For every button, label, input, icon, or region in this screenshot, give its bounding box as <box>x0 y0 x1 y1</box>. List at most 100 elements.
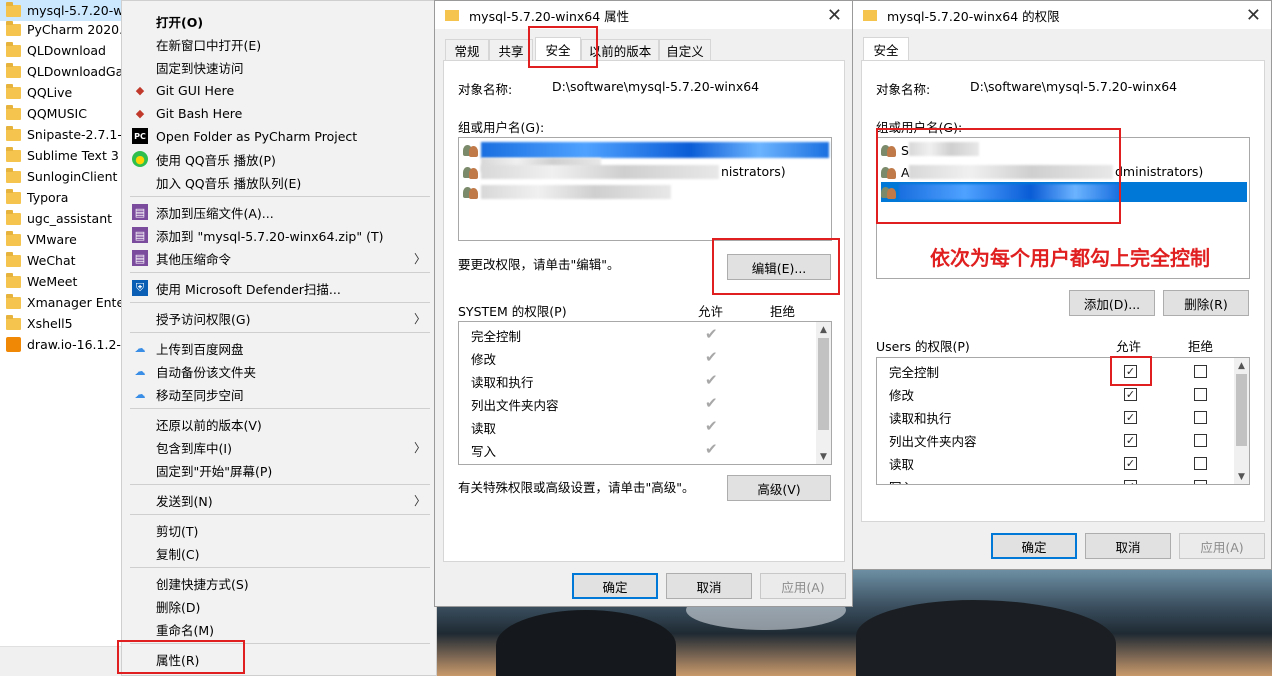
deny-read-execute-checkbox[interactable] <box>1194 411 1207 424</box>
scrollbar[interactable]: ▲ ▼ <box>1234 358 1249 484</box>
menu-separator <box>130 514 430 515</box>
allow-list-contents-checkbox[interactable]: ✓ <box>1124 434 1137 447</box>
permission-row: 列出文件夹内容 <box>889 434 977 449</box>
file-item[interactable]: PyCharm 2020.1 <box>0 19 122 40</box>
scrollbar[interactable]: ▲ ▼ <box>816 322 831 464</box>
menu-item-other-compress[interactable]: ▤ 其他压缩命令〉 <box>122 247 436 269</box>
highlight-full-control <box>1110 356 1152 386</box>
object-name-label: 对象名称: <box>458 82 513 97</box>
file-item[interactable]: Xmanager Enter <box>0 292 122 313</box>
ok-button[interactable]: 确定 <box>572 573 658 599</box>
file-item[interactable]: WeMeet <box>0 271 122 292</box>
file-item[interactable]: Xshell5 <box>0 313 122 334</box>
menu-item-qq-play[interactable]: ● 使用 QQ音乐 播放(P) <box>122 148 436 170</box>
menu-item-grant-access[interactable]: 授予访问权限(G) 〉 <box>122 307 436 329</box>
folder-icon <box>863 9 877 21</box>
permission-row: 读取 <box>471 421 497 436</box>
menu-item-pin-start[interactable]: 固定到"开始"屏幕(P) <box>122 459 436 481</box>
folder-icon <box>6 167 21 183</box>
advanced-button[interactable]: 高级(V) <box>727 475 831 501</box>
tab-general[interactable]: 常规 <box>445 39 489 61</box>
menu-item-include-library[interactable]: 包含到库中(I) 〉 <box>122 436 436 458</box>
file-item[interactable]: QLDownload <box>0 40 122 61</box>
folder-icon <box>6 314 21 330</box>
menu-separator <box>130 332 430 333</box>
allow-modify-checkbox[interactable]: ✓ <box>1124 388 1137 401</box>
cancel-button[interactable]: 取消 <box>1085 533 1171 559</box>
context-menu: 打开(O) 在新窗口中打开(E) 固定到快速访问 ◆ Git GUI Here ◆… <box>121 0 437 676</box>
deny-list-contents-checkbox[interactable] <box>1194 434 1207 447</box>
group-label: 组或用户名(G): <box>458 120 545 135</box>
tab-customize[interactable]: 自定义 <box>659 39 711 61</box>
remove-button[interactable]: 删除(R) <box>1163 290 1249 316</box>
permission-row: 修改 <box>889 388 915 403</box>
explorer-footer <box>0 646 122 676</box>
deny-write-checkbox[interactable] <box>1194 480 1207 484</box>
allow-read-execute-checkbox[interactable]: ✓ <box>1124 411 1137 424</box>
file-item[interactable]: Snipaste-2.7.1-B <box>0 124 122 145</box>
add-button[interactable]: 添加(D)... <box>1069 290 1155 316</box>
menu-item-add-zip[interactable]: ▤ 添加到 "mysql-5.7.20-winx64.zip" (T) <box>122 224 436 246</box>
menu-item-auto-backup[interactable]: ☁ 自动备份该文件夹 <box>122 360 436 382</box>
file-item[interactable]: QQMUSIC <box>0 103 122 124</box>
permission-row: 完全控制 <box>471 329 522 344</box>
file-item[interactable]: Sublime Text 3 <box>0 145 122 166</box>
allow-write-checkbox[interactable]: ✓ <box>1124 480 1137 484</box>
user-name-tail: dministrators) <box>1115 164 1204 179</box>
menu-item-create-shortcut[interactable]: 创建快捷方式(S) <box>122 572 436 594</box>
tab-sharing[interactable]: 共享 <box>489 39 533 61</box>
allow-read-checkbox[interactable]: ✓ <box>1124 457 1137 470</box>
menu-item-move-sync[interactable]: ☁ 移动至同步空间 <box>122 383 436 405</box>
menu-item-delete[interactable]: 删除(D) <box>122 595 436 617</box>
rock <box>496 610 676 676</box>
menu-item-rename[interactable]: 重命名(M) <box>122 618 436 640</box>
deny-full-control-checkbox[interactable] <box>1194 365 1207 378</box>
folder-icon <box>6 125 21 141</box>
menu-item-add-archive[interactable]: ▤ 添加到压缩文件(A)... <box>122 201 436 223</box>
menu-item-send-to[interactable]: 发送到(N) 〉 <box>122 489 436 511</box>
file-item[interactable]: SunloginClient <box>0 166 122 187</box>
menu-item-copy[interactable]: 复制(C) <box>122 542 436 564</box>
close-icon[interactable]: ✕ <box>827 5 842 26</box>
file-item[interactable]: mysql-5.7.20-winx <box>0 0 122 21</box>
close-icon[interactable]: ✕ <box>1246 5 1261 26</box>
file-item[interactable]: QLDownloadGar <box>0 61 122 82</box>
permission-row: 读取 <box>889 457 915 472</box>
permission-row: 写入 <box>471 444 497 459</box>
file-item[interactable]: QQLive <box>0 82 122 103</box>
redacted-user <box>481 165 719 179</box>
chevron-right-icon: 〉 <box>413 441 426 455</box>
ok-button[interactable]: 确定 <box>991 533 1077 559</box>
chevron-down-icon[interactable]: ▼ <box>816 449 831 464</box>
menu-item-restore-versions[interactable]: 还原以前的版本(V) <box>122 413 436 435</box>
menu-item-cut[interactable]: 剪切(T) <box>122 519 436 541</box>
file-item[interactable]: draw.io-16.1.2-w <box>0 334 122 355</box>
file-item[interactable]: ugc_assistant <box>0 208 122 229</box>
menu-item-open[interactable]: 打开(O) <box>122 10 436 32</box>
file-item[interactable]: VMware <box>0 229 122 250</box>
menu-item-qq-queue[interactable]: 加入 QQ音乐 播放队列(E) <box>122 171 436 193</box>
cancel-button[interactable]: 取消 <box>666 573 752 599</box>
menu-item-upload-baidu[interactable]: ☁ 上传到百度网盘 <box>122 337 436 359</box>
scrollbar-thumb[interactable] <box>818 338 829 430</box>
menu-item-git-bash[interactable]: ◆ Git Bash Here <box>122 102 436 124</box>
users-icon <box>463 185 479 199</box>
user-list[interactable]: nistrators) <box>458 137 832 241</box>
chevron-up-icon[interactable]: ▲ <box>1234 358 1249 373</box>
folder-icon <box>6 20 21 36</box>
menu-separator <box>130 484 430 485</box>
chevron-down-icon[interactable]: ▼ <box>1234 469 1249 484</box>
menu-item-git-gui[interactable]: ◆ Git GUI Here <box>122 79 436 101</box>
menu-item-open-new-window[interactable]: 在新窗口中打开(E) <box>122 33 436 55</box>
scrollbar-thumb[interactable] <box>1236 374 1247 446</box>
deny-modify-checkbox[interactable] <box>1194 388 1207 401</box>
menu-item-open-pycharm[interactable]: PC Open Folder as PyCharm Project <box>122 125 436 147</box>
chevron-up-icon[interactable]: ▲ <box>816 322 831 337</box>
tab-security[interactable]: 安全 <box>863 37 909 61</box>
menu-item-defender[interactable]: ⛨ 使用 Microsoft Defender扫描... <box>122 277 436 299</box>
deny-read-checkbox[interactable] <box>1194 457 1207 470</box>
file-item[interactable]: Typora <box>0 187 122 208</box>
menu-item-pin-quick-access[interactable]: 固定到快速访问 <box>122 56 436 78</box>
folder-icon <box>6 251 21 267</box>
file-item[interactable]: WeChat <box>0 250 122 271</box>
